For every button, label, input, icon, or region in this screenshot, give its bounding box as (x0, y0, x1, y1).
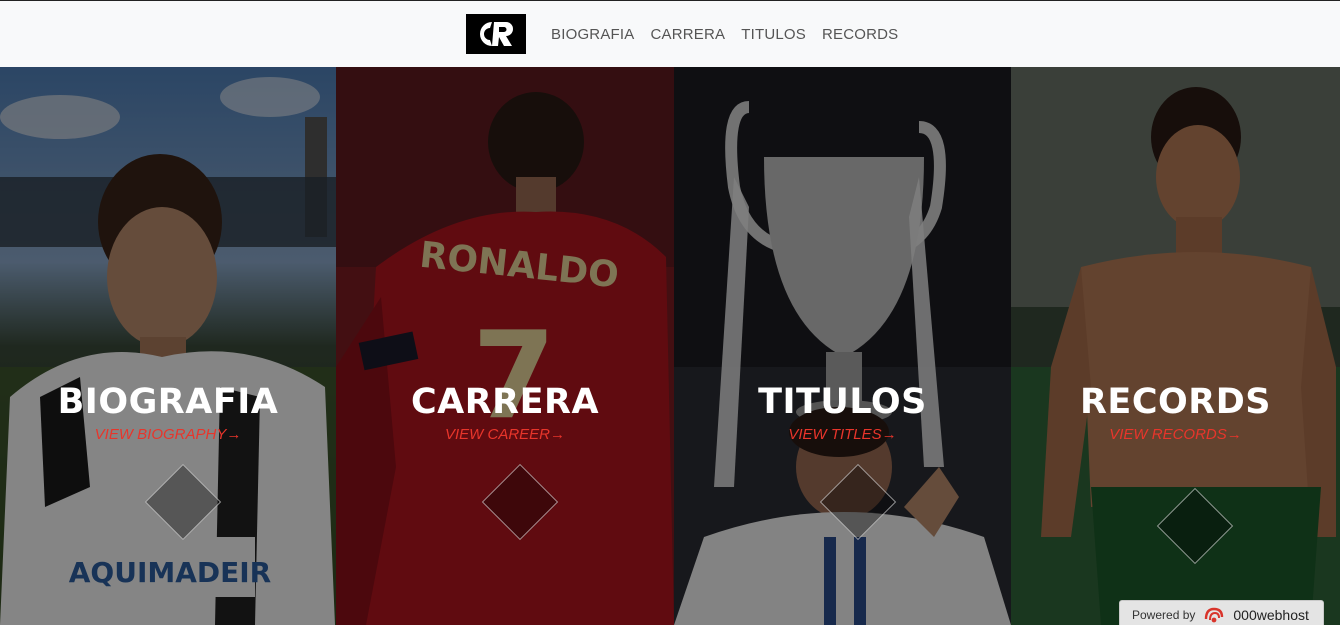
view-titles-link[interactable]: VIEW TITLES→ (674, 426, 1011, 443)
nav-link-carrera[interactable]: CARRERA (650, 26, 725, 43)
panel-title: CARRERA (410, 382, 600, 422)
panel-title: BIOGRAFIA (57, 382, 279, 422)
panel-overlay (0, 67, 336, 625)
nav-link-titulos[interactable]: TITULOS (741, 26, 806, 43)
panel-biografia[interactable]: AQUIMADEIR BIOGRAFIA VIEW BIOGRAPHY→ (0, 67, 336, 625)
panel-title: TITULOS (758, 382, 927, 422)
view-records-link[interactable]: VIEW RECORDS→ (1011, 426, 1340, 443)
panel-title: RECORDS (1079, 382, 1271, 422)
webhost-logo-icon (1205, 607, 1224, 623)
view-career-link[interactable]: VIEW CAREER→ (336, 426, 674, 443)
webhost-name: 000webhost (1233, 607, 1309, 623)
nav-links: BIOGRAFIA CARRERA TITULOS RECORDS (551, 1, 898, 67)
cr-monogram-icon (480, 22, 513, 46)
powered-by-badge[interactable]: Powered by 000webhost (1119, 600, 1324, 625)
powered-by-label: Powered by (1132, 608, 1196, 622)
hero-panels: AQUIMADEIR BIOGRAFIA VIEW BIOGRAPHY→ RON… (0, 67, 1340, 625)
panel-titulos[interactable]: TITULOS VIEW TITLES→ (674, 67, 1011, 625)
nav-link-biografia[interactable]: BIOGRAFIA (551, 26, 634, 43)
panel-overlay (674, 67, 1011, 625)
brand-logo[interactable] (466, 14, 526, 54)
view-biography-link[interactable]: VIEW BIOGRAPHY→ (0, 426, 336, 443)
panel-carrera[interactable]: RONALDO 7 CARRERA VIEW CAREER→ (336, 67, 674, 625)
panel-records[interactable]: RECORDS VIEW RECORDS→ (1011, 67, 1340, 625)
nav-link-records[interactable]: RECORDS (822, 26, 898, 43)
navbar: BIOGRAFIA CARRERA TITULOS RECORDS (0, 1, 1340, 67)
panel-overlay (336, 67, 674, 625)
